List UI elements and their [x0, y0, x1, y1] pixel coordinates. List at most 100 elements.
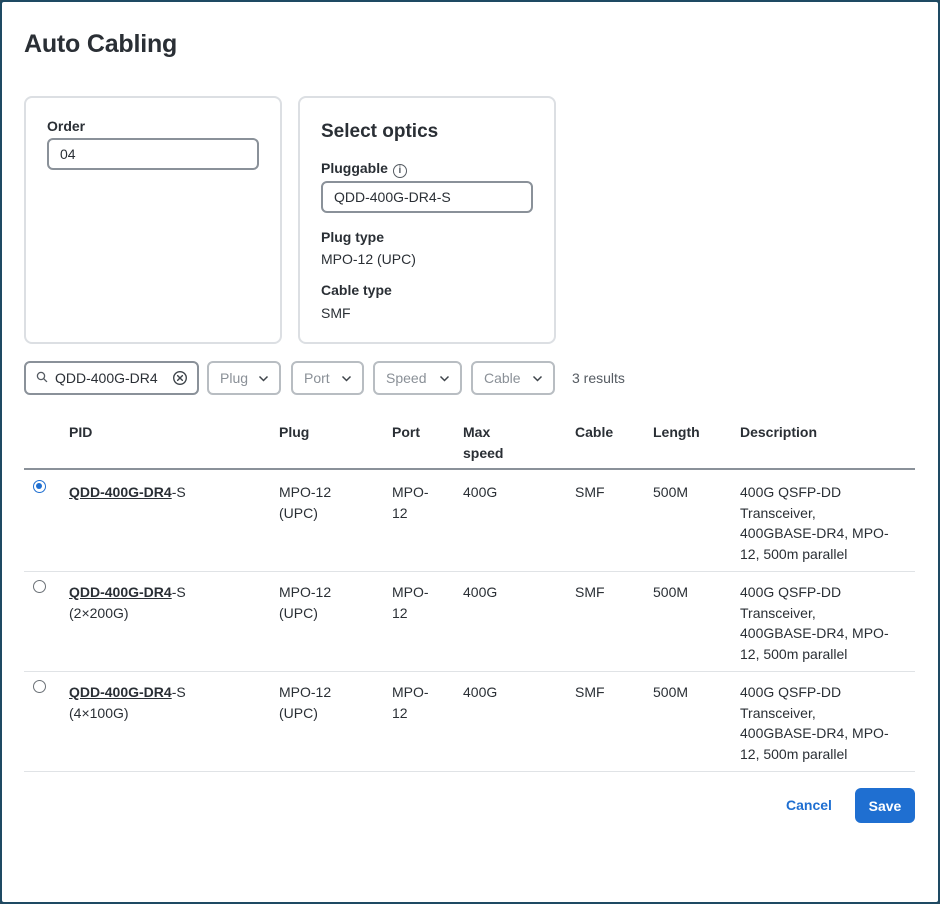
row-divider — [24, 771, 915, 772]
info-icon[interactable]: i — [392, 164, 407, 178]
row-select-radio[interactable] — [33, 580, 46, 593]
column-header-cable: Cable — [575, 424, 614, 440]
pid-rest: -S — [171, 584, 186, 600]
description-line4: 12, 500m parallel — [740, 545, 848, 562]
speed-filter-dropdown[interactable]: Speed — [373, 361, 462, 395]
description-line3: 400GBASE-DR4, MPO- — [740, 625, 889, 641]
port-line1: MPO- — [392, 584, 429, 600]
search-icon — [36, 371, 48, 383]
port-cell: MPO- 12 — [392, 582, 429, 623]
cable-filter-label: Cable — [484, 370, 521, 386]
plug-line2: (UPC) — [279, 704, 318, 721]
pid-rest: -S — [171, 684, 186, 700]
port-filter-label: Port — [304, 370, 330, 386]
cancel-button[interactable]: Cancel — [786, 797, 832, 813]
pid-cell: QDD-400G-DR4-S (2×200G) — [69, 582, 186, 623]
description-line2: Transceiver, — [740, 704, 816, 721]
select-optics-heading: Select optics — [321, 121, 439, 142]
speed-cell: 400G — [463, 584, 498, 600]
pid-cell: QDD-400G-DR4-S (4×100G) — [69, 682, 186, 723]
column-header-port: Port — [392, 424, 420, 440]
description-line3: 400GBASE-DR4, MPO- — [740, 725, 889, 741]
port-line1: MPO- — [392, 484, 429, 500]
plug-line2: (UPC) — [279, 504, 318, 521]
pid-sub: (2×200G) — [69, 604, 129, 621]
description-line3: 400GBASE-DR4, MPO- — [740, 525, 889, 541]
column-header-max-speed-line1: Max — [463, 424, 491, 440]
description-cell: 400G QSFP-DD Transceiver, 400GBASE-DR4, … — [740, 682, 889, 764]
column-header-description: Description — [740, 424, 818, 440]
row-divider — [24, 571, 915, 572]
plug-line2: (UPC) — [279, 604, 318, 621]
auto-cabling-dialog: Auto Cabling Order 04 Select optics Plug… — [0, 0, 940, 904]
plug-line1: MPO-12 — [279, 584, 332, 600]
port-line1: MPO- — [392, 684, 429, 700]
row-select-radio[interactable] — [33, 680, 46, 693]
dialog-title: Auto Cabling — [24, 30, 178, 58]
column-header-max-speed-line2: speed — [463, 445, 504, 461]
pluggable-label: Pluggable — [321, 160, 388, 176]
plug-cell: MPO-12 (UPC) — [279, 582, 331, 623]
pid-cell: QDD-400G-DR4-S — [69, 482, 186, 503]
chevron-down-icon — [258, 375, 269, 382]
description-line2: Transceiver, — [740, 604, 816, 621]
pid-match[interactable]: QDD-400G-DR4 — [69, 584, 172, 600]
plug-line1: MPO-12 — [279, 684, 332, 700]
results-count: 3 results — [572, 370, 625, 386]
length-cell: 500M — [653, 484, 689, 500]
pid-sub: (4×100G) — [69, 704, 129, 721]
plug-line1: MPO-12 — [279, 484, 332, 500]
plug-filter-dropdown[interactable]: Plug — [207, 361, 281, 395]
chevron-down-icon — [341, 375, 352, 382]
description-line4: 12, 500m parallel — [740, 745, 848, 762]
plug-cell: MPO-12 (UPC) — [279, 482, 331, 523]
speed-cell: 400G — [463, 684, 498, 700]
speed-cell: 400G — [463, 484, 498, 500]
column-header-plug: Plug — [279, 424, 310, 440]
port-filter-dropdown[interactable]: Port — [291, 361, 364, 395]
clear-icon[interactable] — [172, 370, 188, 386]
column-header-length: Length — [653, 424, 700, 440]
description-line1: 400G QSFP-DD — [740, 684, 842, 700]
search-value: QDD-400G-DR4 — [55, 370, 158, 386]
pluggable-label-row: Pluggable i — [321, 160, 407, 178]
order-card: Order 04 — [24, 96, 282, 344]
chevron-down-icon — [532, 375, 543, 382]
save-button[interactable]: Save — [855, 788, 915, 823]
length-cell: 500M — [653, 584, 689, 600]
plug-filter-label: Plug — [220, 370, 249, 386]
cable-cell: SMF — [575, 484, 605, 500]
row-select-radio[interactable] — [33, 480, 46, 493]
cable-cell: SMF — [575, 684, 605, 700]
cable-cell: SMF — [575, 584, 605, 600]
column-header-pid: PID — [69, 424, 93, 440]
order-label: Order — [47, 118, 86, 134]
description-cell: 400G QSFP-DD Transceiver, 400GBASE-DR4, … — [740, 482, 889, 564]
port-cell: MPO- 12 — [392, 482, 429, 523]
description-line1: 400G QSFP-DD — [740, 484, 842, 500]
length-cell: 500M — [653, 684, 689, 700]
description-line2: Transceiver, — [740, 504, 816, 521]
cable-filter-dropdown[interactable]: Cable — [471, 361, 555, 395]
row-divider — [24, 671, 915, 672]
description-line1: 400G QSFP-DD — [740, 584, 842, 600]
speed-filter-label: Speed — [386, 370, 427, 386]
select-optics-card: Select optics Pluggable i QDD-400G-DR4-S … — [298, 96, 556, 344]
order-input[interactable]: 04 — [47, 138, 259, 170]
plug-cell: MPO-12 (UPC) — [279, 682, 331, 723]
port-line2: 12 — [392, 604, 408, 621]
column-header-max-speed: Max speed — [463, 422, 503, 464]
pid-match[interactable]: QDD-400G-DR4 — [69, 684, 172, 700]
pid-search-input[interactable]: QDD-400G-DR4 — [24, 361, 199, 395]
description-line4: 12, 500m parallel — [740, 645, 848, 662]
description-cell: 400G QSFP-DD Transceiver, 400GBASE-DR4, … — [740, 582, 889, 664]
port-line2: 12 — [392, 504, 408, 521]
pluggable-input[interactable]: QDD-400G-DR4-S — [321, 181, 533, 213]
pid-match[interactable]: QDD-400G-DR4 — [69, 484, 172, 500]
cable-type-label: Cable type — [321, 282, 392, 298]
plug-type-label: Plug type — [321, 229, 385, 245]
cable-type-value: SMF — [321, 305, 351, 321]
port-cell: MPO- 12 — [392, 682, 429, 723]
pid-rest: -S — [171, 484, 186, 500]
chevron-down-icon — [439, 375, 450, 382]
